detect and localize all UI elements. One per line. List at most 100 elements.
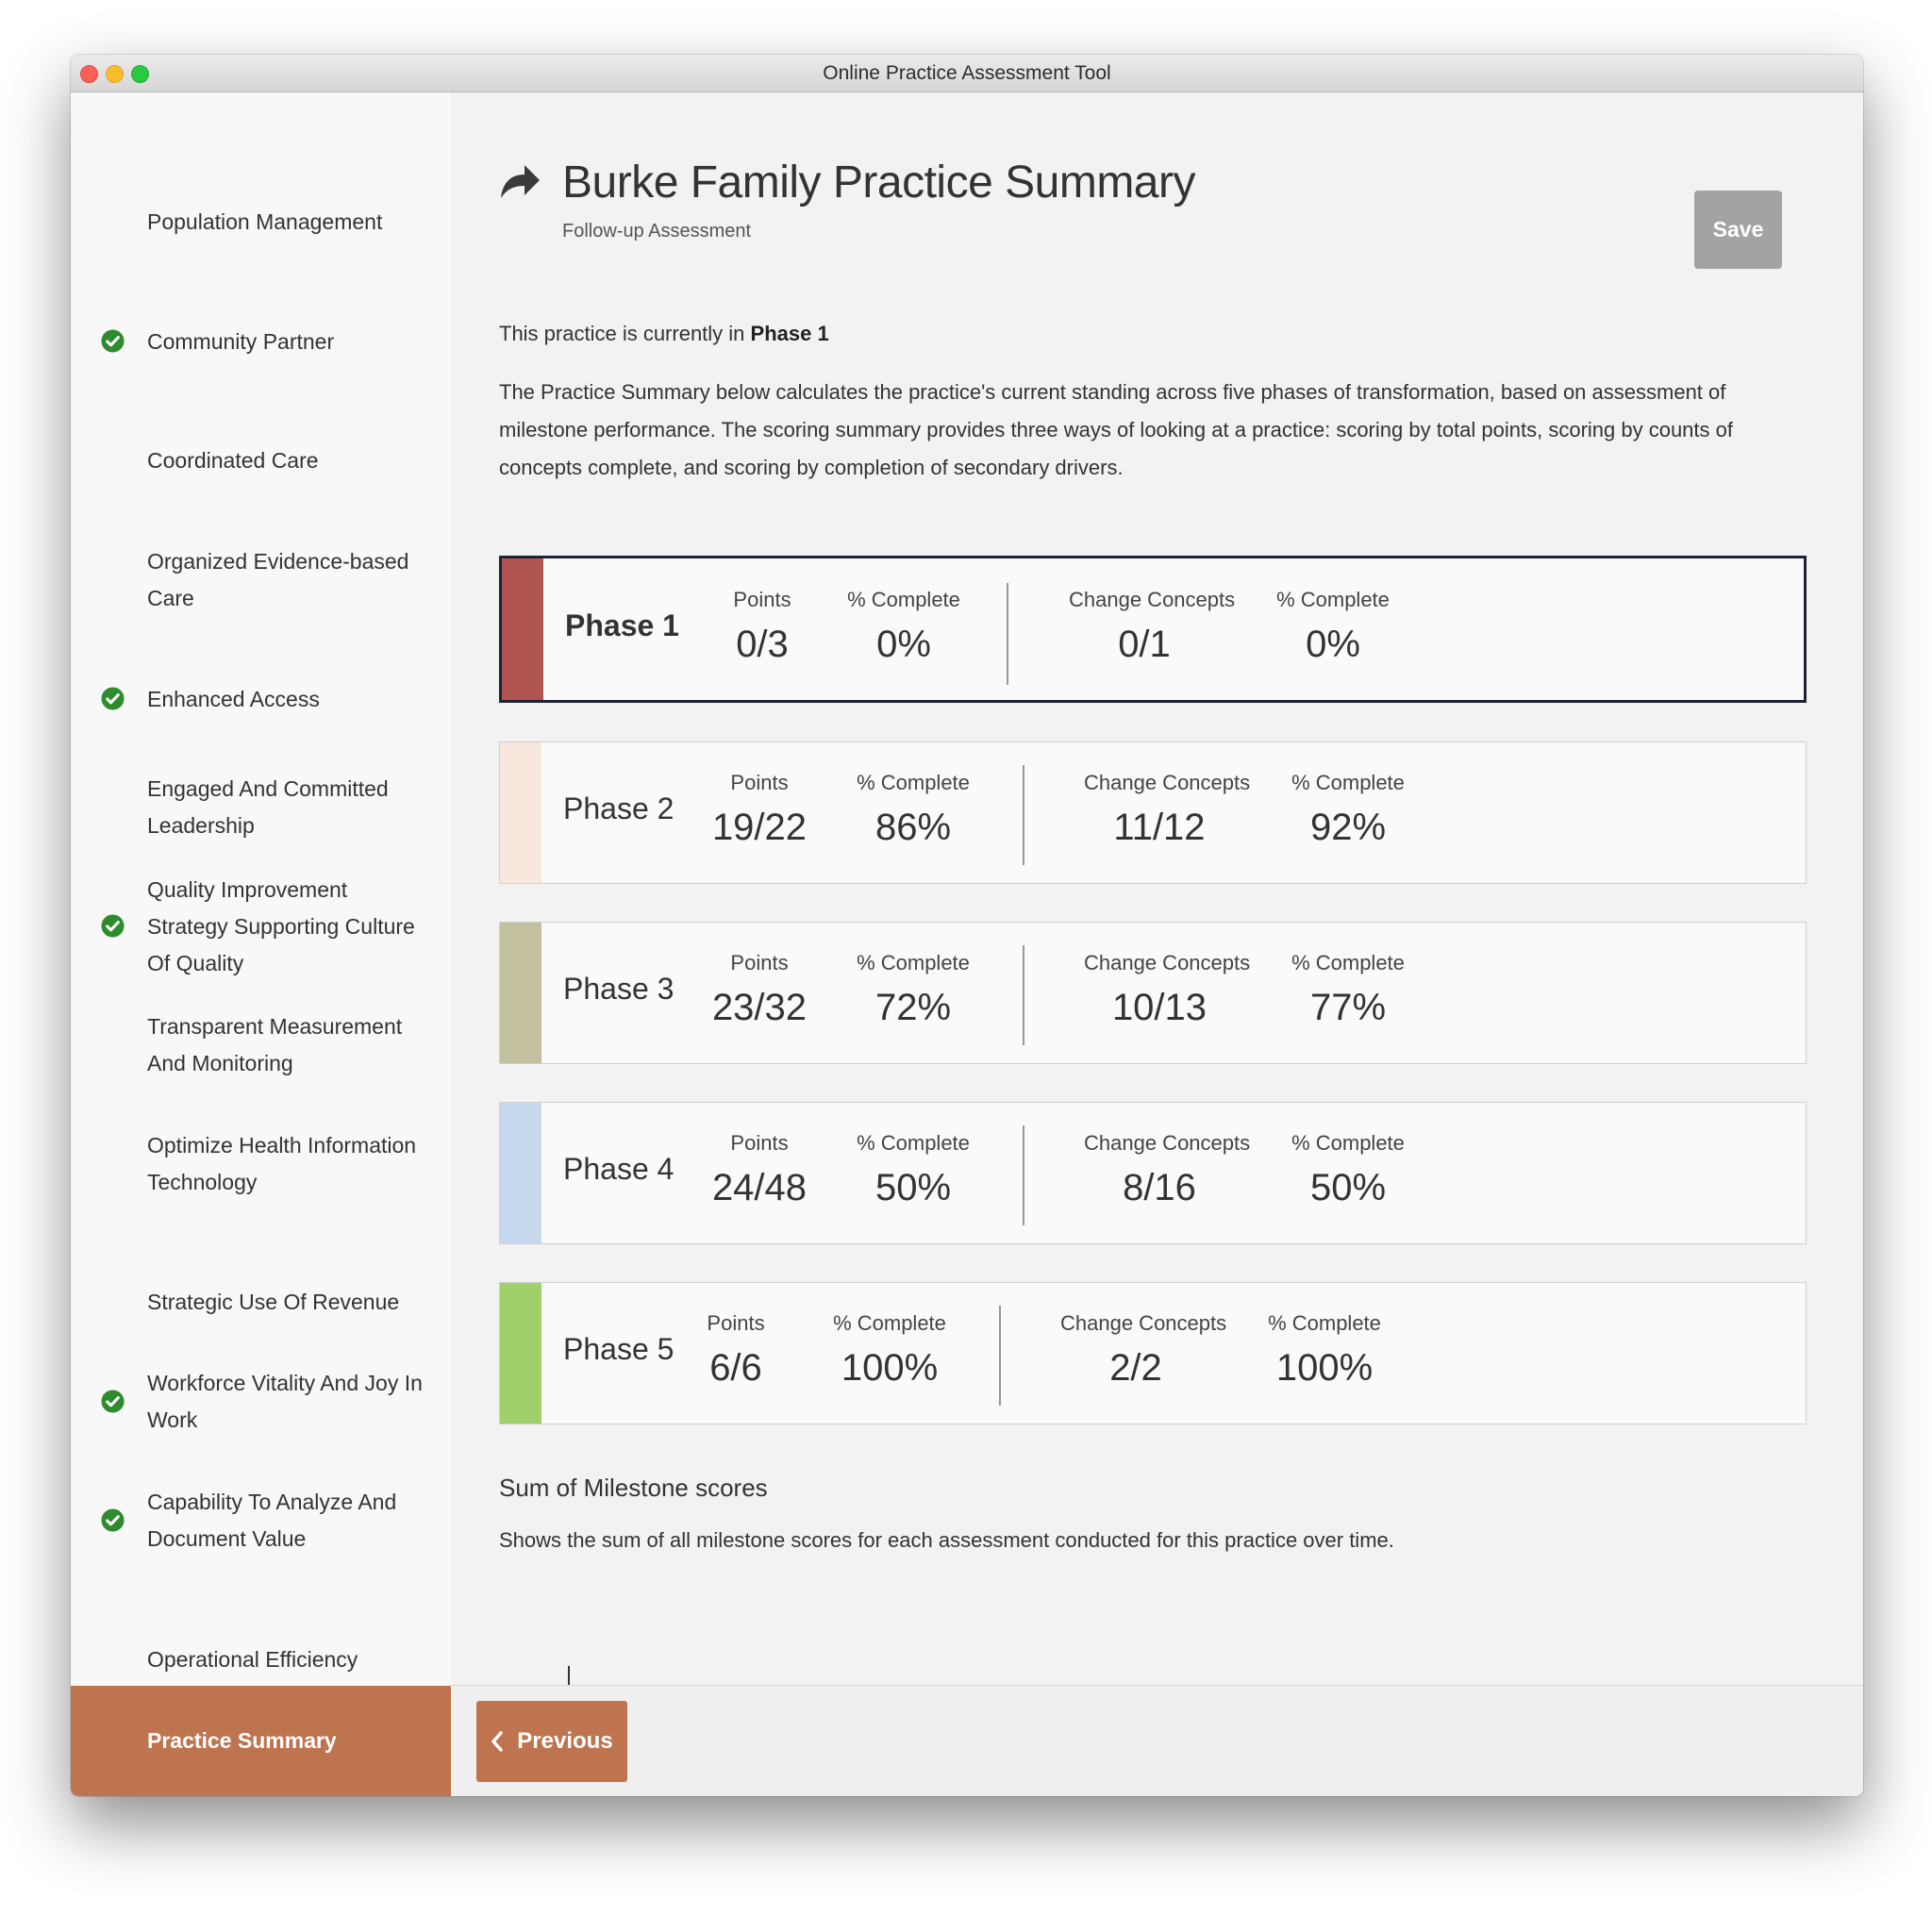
concepts-value: 2/2 [1109, 1347, 1162, 1389]
page-title: Burke Family Practice Summary [562, 158, 1195, 208]
phase-card: Phase 4 Points 24/48 % Complete 50% Chan… [499, 1102, 1807, 1244]
concepts-percent-stat: % Complete 100% [1249, 1311, 1400, 1390]
stat-label: % Complete [833, 1311, 946, 1335]
previous-button-label: Previous [517, 1728, 613, 1754]
milestone-chart-description: Shows the sum of all milestone scores fo… [499, 1528, 1394, 1552]
concepts-percent-value: 50% [1309, 1167, 1387, 1208]
sidebar-item-transparent-measurement[interactable]: Transparent Measurement And Monitoring [71, 998, 451, 1092]
stat-label: Points [733, 588, 791, 611]
concepts-percent-stat: % Complete 50% [1273, 1131, 1424, 1209]
concepts-percent-value: 100% [1275, 1347, 1374, 1389]
phase-name: Phase 3 [563, 972, 675, 1006]
sidebar-item-engaged-leadership[interactable]: Engaged And Committed Leadership [71, 760, 451, 855]
stat-label: Change Concepts [1084, 951, 1251, 974]
stat-label: % Complete [1291, 951, 1405, 974]
stat-label: % Complete [857, 1131, 970, 1155]
points-percent-stat: % Complete 72% [838, 951, 989, 1029]
minimize-window-button[interactable] [106, 65, 124, 83]
points-stat: Points 19/22 [684, 771, 835, 849]
footer-bar: Previous [451, 1685, 1863, 1796]
sidebar-item-community-partner[interactable]: Community Partner [71, 311, 451, 372]
concepts-stat: Change Concepts 2/2 [1060, 1311, 1226, 1390]
sidebar-item-coordinated-care[interactable]: Coordinated Care [71, 430, 451, 491]
concepts-percent-value: 92% [1309, 807, 1387, 848]
phase-name: Phase 2 [563, 791, 675, 825]
milestone-chart-title: Sum of Milestone scores [499, 1474, 768, 1502]
sidebar-item-label: Community Partner [147, 328, 335, 354]
current-phase-prefix: This practice is currently in [499, 322, 745, 345]
points-percent-value: 100% [841, 1347, 939, 1389]
phase-color-swatch [500, 742, 541, 883]
phase-name: Phase 5 [563, 1332, 675, 1366]
stat-divider [1023, 1125, 1024, 1225]
current-phase-value: Phase 1 [750, 322, 829, 345]
sidebar: Population Management Community Partner … [71, 92, 451, 1796]
sidebar-item-label: Transparent Measurement And Monitoring [147, 1014, 403, 1075]
phase-color-swatch [502, 558, 543, 700]
sidebar-item-strategic-use-of-revenue[interactable]: Strategic Use Of Revenue [71, 1272, 451, 1332]
sidebar-item-label: Organized Evidence-based Care [147, 549, 409, 610]
save-button[interactable]: Save [1694, 191, 1782, 269]
points-percent-value: 86% [874, 807, 952, 848]
sidebar-item-quality-improvement-strategy[interactable]: Quality Improvement Strategy Supporting … [71, 877, 451, 975]
points-value: 24/48 [711, 1167, 808, 1208]
stat-label: % Complete [847, 588, 960, 611]
stat-label: Change Concepts [1084, 1131, 1251, 1155]
concepts-value: 11/12 [1113, 807, 1206, 848]
zoom-window-button[interactable] [131, 65, 149, 83]
sidebar-item-practice-summary[interactable]: Practice Summary [71, 1686, 451, 1796]
close-window-button[interactable] [80, 65, 98, 83]
concepts-stat: Change Concepts 10/13 [1084, 951, 1251, 1029]
stat-label: % Complete [1291, 1131, 1405, 1155]
points-stat: Points 6/6 [660, 1311, 811, 1390]
concepts-stat: Change Concepts 11/12 [1084, 771, 1251, 849]
sidebar-item-label: Quality Improvement Strategy Supporting … [147, 876, 415, 975]
points-percent-stat: % Complete 100% [814, 1311, 965, 1390]
sidebar-item-label: Engaged And Committed Leadership [147, 776, 389, 838]
sidebar-item-operational-efficiency[interactable]: Operational Efficiency [71, 1629, 451, 1690]
phase-color-swatch [500, 923, 541, 1063]
points-percent-stat: % Complete 86% [838, 771, 989, 849]
phase-color-swatch [500, 1283, 541, 1424]
concepts-percent-value: 0% [1306, 624, 1360, 665]
points-stat: Points 0/3 [687, 588, 838, 666]
sidebar-item-label: Coordinated Care [147, 447, 319, 473]
stat-label: Points [707, 1311, 765, 1335]
share-arrow-icon [501, 165, 540, 198]
check-circle-icon [101, 914, 125, 938]
points-value: 0/3 [736, 624, 789, 665]
check-circle-icon [101, 687, 125, 710]
window-title: Online Practice Assessment Tool [823, 62, 1111, 84]
stat-label: % Complete [1291, 771, 1405, 794]
sidebar-item-capability-analyze-value[interactable]: Capability To Analyze And Document Value [71, 1474, 451, 1568]
check-circle-icon [101, 329, 125, 353]
sidebar-item-optimize-hit[interactable]: Optimize Health Information Technology [71, 1117, 451, 1211]
stat-label: Points [730, 1131, 789, 1155]
concepts-value: 8/16 [1123, 1167, 1196, 1208]
stat-label: Change Concepts [1069, 588, 1236, 611]
sidebar-item-label: Population Management [147, 208, 383, 234]
sidebar-item-workforce-vitality[interactable]: Workforce Vitality And Joy In Work [71, 1355, 451, 1449]
sidebar-item-enhanced-access[interactable]: Enhanced Access [71, 669, 451, 729]
sidebar-item-population-management[interactable]: Population Management [71, 192, 451, 252]
concepts-stat: Change Concepts 8/16 [1084, 1131, 1251, 1209]
check-circle-icon [101, 1508, 125, 1532]
stat-divider [1023, 945, 1024, 1045]
sidebar-item-label: Capability To Analyze And Document Value [147, 1490, 397, 1551]
stat-divider [1007, 583, 1008, 685]
points-value: 19/22 [711, 807, 808, 848]
sidebar-item-organized-evidence-based-care[interactable]: Organized Evidence-based Care [71, 549, 451, 610]
phase-name: Phase 4 [563, 1152, 675, 1186]
points-stat: Points 24/48 [684, 1131, 835, 1209]
concepts-percent-stat: % Complete 92% [1273, 771, 1424, 849]
phase-color-swatch [500, 1103, 541, 1243]
chevron-left-icon [491, 1731, 504, 1752]
points-percent-value: 72% [874, 987, 952, 1028]
stat-label: % Complete [1268, 1311, 1381, 1335]
stat-label: Change Concepts [1084, 771, 1251, 794]
stat-label: Points [730, 951, 789, 974]
phase-card: Phase 1 Points 0/3 % Complete 0% Change … [499, 556, 1807, 703]
previous-button[interactable]: Previous [476, 1701, 627, 1782]
title-bar: Online Practice Assessment Tool [71, 55, 1863, 92]
concepts-stat: Change Concepts 0/1 [1069, 588, 1236, 666]
